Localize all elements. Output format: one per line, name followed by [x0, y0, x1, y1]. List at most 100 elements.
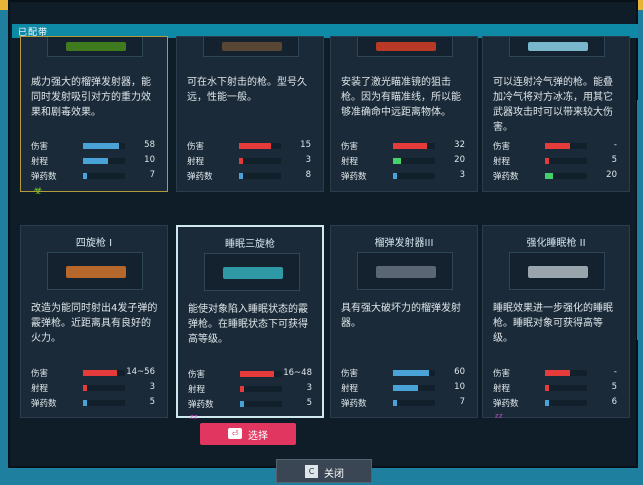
sleep-icon: ᶻᶻ: [495, 411, 504, 424]
weapon-card[interactable]: 安装了激光瞄准镜的狙击枪。因为有瞄准线，所以能够准确命中远距离物体。伤害 32 射程…: [330, 36, 478, 192]
weapon-card[interactable]: 威力强大的榴弹发射器，能同时发射吸引对方的重力效果和剧毒效果。 伤害 58 射程 10 弹…: [20, 36, 168, 197]
weapon-description: 改造为能同时射出4发子弹的霰弹枪。近距离具有良好的火力。: [31, 303, 158, 344]
stat-damage-bar: [240, 371, 282, 377]
weapon-card[interactable]: 榴弹发射器III 具有强大破坏力的榴弹发射器。 伤害 60 射程 10 弹药数 7: [330, 225, 478, 418]
stat-ammo-label: 弹药数: [493, 172, 519, 182]
stat-ammo-value: 5: [306, 398, 312, 408]
select-label: 选择: [248, 431, 268, 442]
weapon-card[interactable]: 可以连射冷气弹的枪。能叠加冷气将对方冰冻，用其它武器攻击时可以带来较大伤害。伤害…: [482, 36, 630, 192]
stat-ammo-row: 弹药数 5: [188, 398, 316, 410]
stat-damage-fill: [83, 370, 117, 376]
stat-ammo-value: 20: [606, 170, 617, 180]
stat-damage-label: 伤害: [188, 370, 206, 380]
c-key-icon: C: [305, 465, 318, 478]
stat-ammo-label: 弹药数: [31, 172, 57, 182]
stat-range-row: 射程 3: [187, 155, 315, 167]
stat-ammo-fill: [393, 400, 397, 406]
stat-ammo-bar: [83, 173, 125, 179]
stat-range-bar: [545, 385, 587, 391]
stat-range-label: 射程: [31, 157, 49, 167]
stat-range-fill: [240, 386, 244, 392]
stat-damage-row: 伤害 32: [341, 140, 469, 152]
weapon-card[interactable]: 强化睡眠枪 II 睡眠效果进一步强化的睡眠枪。睡眠对象可获得高等级。 伤害 - 射程 5 弹…: [482, 225, 630, 424]
stat-damage-label: 伤害: [493, 369, 511, 379]
stat-damage-fill: [240, 371, 274, 377]
stat-range-bar: [240, 386, 282, 392]
stat-range-label: 射程: [187, 157, 205, 167]
stat-range-value: 10: [454, 382, 465, 392]
stat-ammo-value: 5: [149, 397, 155, 407]
stat-damage-row: 伤害 -: [493, 140, 621, 152]
stat-damage-label: 伤害: [31, 142, 49, 152]
stat-damage-bar: [83, 370, 125, 376]
stat-damage-label: 伤害: [31, 369, 49, 379]
weapon-card[interactable]: 睡眠三旋枪 能使对象陷入睡眠状态的霰弹枪。在睡眠状态下可获得高等级。 伤害 16~48…: [176, 225, 324, 425]
weapon-name: 睡眠三旋枪: [225, 239, 275, 250]
weapon-icon: [204, 253, 300, 291]
gun-sprite: [376, 42, 436, 51]
stat-range-row: 射程 20: [341, 155, 469, 167]
stat-damage-bar: [393, 370, 435, 376]
gun-sprite: [528, 266, 588, 278]
stat-damage-label: 伤害: [187, 142, 205, 152]
stat-damage-value: 14~56: [126, 367, 155, 377]
stat-ammo-value: 7: [149, 170, 155, 180]
gun-sprite: [222, 42, 282, 51]
stat-range-row: 射程 3: [188, 383, 316, 395]
stat-damage-row: 伤害 14~56: [31, 367, 159, 379]
stat-range-fill: [545, 385, 549, 391]
stat-range-row: 射程 3: [31, 382, 159, 394]
stat-ammo-fill: [545, 173, 553, 179]
stat-range-fill: [545, 158, 549, 164]
stat-ammo-fill: [545, 400, 549, 406]
select-button[interactable]: ⏎ 选择: [200, 423, 296, 445]
stat-damage-bar: [545, 143, 587, 149]
background-edge: [637, 100, 643, 340]
stat-range-row: 射程 10: [341, 382, 469, 394]
weapon-description: 安装了激光瞄准镜的狙击枪。因为有瞄准线，所以能够准确命中远距离物体。: [341, 77, 461, 118]
gun-sprite: [528, 42, 588, 51]
weapon-card[interactable]: 四旋枪 I 改造为能同时射出4发子弹的霰弹枪。近距离具有良好的火力。伤害 14~56…: [20, 225, 168, 418]
stat-damage-label: 伤害: [341, 142, 359, 152]
stat-range-row: 射程 5: [493, 155, 621, 167]
stat-damage-row: 伤害 60: [341, 367, 469, 379]
stat-ammo-bar: [393, 173, 435, 179]
stat-ammo-bar: [239, 173, 281, 179]
weapon-description: 可在水下射击的枪。型号久远，性能一般。: [187, 77, 307, 103]
stat-range-bar: [83, 158, 125, 164]
stat-ammo-fill: [239, 173, 243, 179]
stat-ammo-row: 弹药数 3: [341, 170, 469, 182]
stat-ammo-bar: [393, 400, 435, 406]
stat-ammo-row: 弹药数 20: [493, 170, 621, 182]
weapon-description: 可以连射冷气弹的枪。能叠加冷气将对方冰冻，用其它武器攻击时可以带来较大伤害。: [493, 77, 613, 133]
gun-sprite: [376, 266, 436, 278]
weapon-name: 四旋枪 I: [75, 238, 113, 249]
stat-ammo-label: 弹药数: [341, 399, 367, 409]
stat-range-bar: [239, 158, 281, 164]
weapon-icon: [47, 37, 143, 57]
stat-range-bar: [83, 385, 125, 391]
stat-damage-value: -: [613, 367, 617, 377]
weapon-card[interactable]: 可在水下射击的枪。型号久远，性能一般。伤害 15 射程 3 弹药数 8: [176, 36, 324, 192]
weapon-icon: [357, 252, 453, 290]
stat-ammo-fill: [83, 173, 87, 179]
stat-damage-value: 32: [454, 140, 465, 150]
stat-ammo-label: 弹药数: [187, 172, 213, 182]
stat-damage-row: 伤害 -: [493, 367, 621, 379]
stat-damage-value: 15: [300, 140, 311, 150]
close-button[interactable]: C 关闭: [276, 459, 372, 483]
stat-range-fill: [83, 158, 108, 164]
stat-range-value: 5: [611, 382, 617, 392]
stat-ammo-row: 弹药数 6: [493, 397, 621, 409]
stat-damage-bar: [83, 143, 125, 149]
stat-range-fill: [393, 158, 401, 164]
stat-damage-fill: [393, 143, 427, 149]
stat-ammo-bar: [240, 401, 282, 407]
stat-range-value: 3: [149, 382, 155, 392]
weapon-icon: [509, 37, 605, 57]
weapon-icon: [357, 37, 453, 57]
stat-damage-row: 伤害 58: [31, 140, 159, 152]
stat-ammo-value: 7: [459, 397, 465, 407]
stat-ammo-row: 弹药数 8: [187, 170, 315, 182]
stat-ammo-value: 6: [611, 397, 617, 407]
